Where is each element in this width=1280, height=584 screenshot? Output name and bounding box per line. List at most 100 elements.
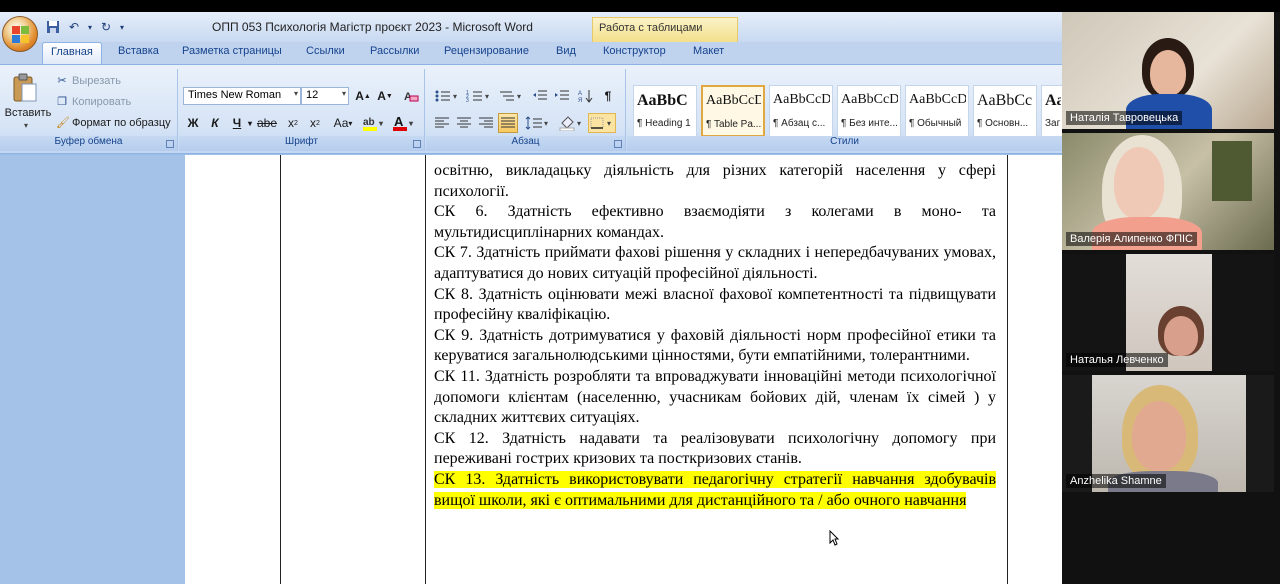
tab-home[interactable]: Главная bbox=[42, 42, 102, 65]
font-name-combo[interactable]: Times New Roman ▾ bbox=[183, 87, 301, 105]
strikethrough-icon[interactable]: abe bbox=[257, 113, 277, 133]
grow-font-icon[interactable]: A ▲ bbox=[353, 86, 373, 106]
ribbon-tabs: Главная Вставка Разметка страницы Ссылки… bbox=[0, 42, 1062, 65]
font-color-icon[interactable]: A ▾ bbox=[391, 113, 419, 133]
change-case-label: Аа bbox=[333, 116, 349, 130]
table-cell-text[interactable]: освітню, викладацьку діяльність для різн… bbox=[434, 161, 996, 511]
dropdown-icon[interactable]: ▾ bbox=[86, 18, 94, 36]
svg-text:▾: ▾ bbox=[408, 119, 414, 128]
underline-dropdown-icon[interactable]: ▾ bbox=[245, 113, 255, 133]
participant-tile[interactable]: Наталья Левченко bbox=[1062, 254, 1274, 371]
highlighted-paragraph: СК 13. Здатність використовувати педагог… bbox=[434, 470, 996, 511]
sort-icon[interactable]: АЯ bbox=[576, 86, 596, 106]
shading-icon[interactable]: ▾ bbox=[558, 113, 586, 133]
line-spacing-icon[interactable]: ▾ bbox=[524, 113, 552, 133]
style-no-spacing[interactable]: AaBbCcD ¶ Без инте... bbox=[837, 85, 901, 137]
borders-icon[interactable]: ▾ bbox=[588, 113, 616, 133]
underline-icon[interactable]: Ч bbox=[227, 113, 247, 133]
highlight-color-icon[interactable]: ab ▾ bbox=[361, 113, 389, 133]
tab-page-layout[interactable]: Разметка страницы bbox=[182, 45, 282, 57]
font-size-dropdown-icon: ▾ bbox=[341, 89, 346, 98]
style-list-paragraph[interactable]: AaBbCcD ¶ Абзац с... bbox=[769, 85, 833, 137]
paragraph: СК 9. Здатність дотримуватися у фаховій … bbox=[434, 326, 996, 365]
tab-review[interactable]: Рецензирование bbox=[444, 45, 529, 57]
style-heading-1[interactable]: AaBbC ¶ Heading 1 bbox=[633, 85, 697, 137]
styles-group: AaBbC ¶ Heading 1 AaBbCcD ¶ Table Pa... … bbox=[627, 69, 1062, 151]
justify-icon[interactable] bbox=[498, 113, 518, 133]
word-window: ↶ ▾ ↻ ▾ ОПП 053 Психологія Магістр проєк… bbox=[0, 12, 1062, 584]
subscript-icon[interactable]: x2 bbox=[283, 113, 303, 133]
font-name-dropdown-icon: ▾ bbox=[293, 89, 298, 98]
svg-text:▾: ▾ bbox=[485, 92, 489, 101]
paragraph: СК 11. Здатність розробляти та впроваджу… bbox=[434, 367, 996, 427]
tab-view[interactable]: Вид bbox=[556, 45, 576, 57]
bullets-icon[interactable]: ▾ bbox=[432, 86, 462, 106]
shrink-font-icon[interactable]: A ▼ bbox=[375, 86, 395, 106]
video-panel: Наталія Тавровецька Валерія Алипенко ФПІ… bbox=[1062, 12, 1280, 584]
numbering-icon[interactable]: 1 2 3 ▾ bbox=[464, 86, 494, 106]
svg-text:▾: ▾ bbox=[453, 92, 457, 101]
cut-button[interactable]: ✂ Вырезать bbox=[56, 75, 121, 87]
brush-icon: 🖌 bbox=[56, 117, 70, 129]
save-icon[interactable] bbox=[44, 18, 62, 36]
style-sample: AaBbCcD bbox=[841, 92, 898, 107]
show-formatting-marks-icon[interactable]: ¶ bbox=[598, 86, 618, 106]
svg-text:▾: ▾ bbox=[378, 119, 384, 128]
style-heading-partial[interactable]: AaB Заг bbox=[1041, 85, 1062, 137]
style-name: ¶ Основн... bbox=[977, 118, 1029, 129]
participant-tile[interactable]: Валерія Алипенко ФПІС bbox=[1062, 133, 1274, 250]
copy-button[interactable]: ❐ Копировать bbox=[56, 96, 131, 108]
paragraph: СК 12. Здатність надавати та реалізовува… bbox=[434, 429, 996, 468]
decrease-indent-icon[interactable] bbox=[530, 86, 550, 106]
style-sample: AaBbCcD bbox=[706, 93, 761, 108]
style-normal[interactable]: AaBbCcD ¶ Обычный bbox=[905, 85, 969, 137]
style-name: ¶ Без инте... bbox=[841, 118, 898, 129]
undo-icon[interactable]: ↶ bbox=[65, 18, 83, 36]
change-case-icon[interactable]: Аа ▾ bbox=[329, 113, 357, 133]
paragraph-dialog-launcher-icon[interactable] bbox=[614, 140, 622, 148]
paragraph-group: ▾ 1 2 3 ▾ ▾ АЯ ¶ ▾ ▾ ▾ Абзац bbox=[426, 69, 626, 151]
tab-mailings[interactable]: Рассылки bbox=[370, 45, 419, 57]
participant-name: Наталія Тавровецька bbox=[1066, 111, 1183, 125]
clear-formatting-icon[interactable]: A bbox=[401, 86, 421, 106]
customize-qat-icon[interactable]: ▾ bbox=[118, 18, 126, 36]
format-painter-label: Формат по образцу bbox=[72, 117, 171, 129]
clipboard-dialog-launcher-icon[interactable] bbox=[166, 140, 174, 148]
screen: ↶ ▾ ↻ ▾ ОПП 053 Психологія Магістр проєк… bbox=[0, 0, 1280, 584]
participant-tile[interactable]: Наталія Тавровецька bbox=[1062, 12, 1274, 129]
align-right-icon[interactable] bbox=[476, 113, 496, 133]
align-left-icon[interactable] bbox=[432, 113, 452, 133]
svg-text:▾: ▾ bbox=[577, 119, 581, 128]
svg-text:A: A bbox=[394, 114, 404, 129]
superscript-icon[interactable]: x2 bbox=[305, 113, 325, 133]
participant-name: Наталья Левченко bbox=[1066, 353, 1168, 367]
table-border bbox=[280, 155, 281, 584]
copy-icon: ❐ bbox=[57, 96, 67, 108]
bold-icon[interactable]: Ж bbox=[183, 113, 203, 133]
tab-references[interactable]: Ссылки bbox=[306, 45, 345, 57]
italic-icon[interactable]: К bbox=[205, 113, 225, 133]
font-group: Times New Roman ▾ 12 ▾ A ▲ A ▼ A Ж К Ч ▾ a… bbox=[179, 69, 425, 151]
paste-icon bbox=[12, 73, 38, 103]
style-main-text[interactable]: AaBbCc ¶ Основн... bbox=[973, 85, 1037, 137]
tab-design[interactable]: Конструктор bbox=[603, 45, 666, 57]
paste-button[interactable]: Вставить ▾ bbox=[4, 71, 51, 133]
multilevel-list-icon[interactable]: ▾ bbox=[496, 86, 526, 106]
font-dialog-launcher-icon[interactable] bbox=[413, 140, 421, 148]
style-sample: AaBbC bbox=[637, 92, 688, 109]
align-center-icon[interactable] bbox=[454, 113, 474, 133]
office-button[interactable] bbox=[2, 16, 38, 52]
highlighted-text: СК 13. Здатність використовувати педагог… bbox=[434, 470, 996, 509]
table-border bbox=[1007, 155, 1008, 584]
increase-indent-icon[interactable] bbox=[552, 86, 572, 106]
tab-layout[interactable]: Макет bbox=[693, 45, 724, 57]
paragraph: освітню, викладацьку діяльність для різн… bbox=[434, 162, 996, 200]
format-painter-button[interactable]: 🖌 Формат по образцу bbox=[56, 117, 171, 129]
style-name: Заг bbox=[1045, 118, 1061, 129]
font-size-combo[interactable]: 12 ▾ bbox=[301, 87, 349, 105]
font-group-label: Шрифт bbox=[179, 136, 424, 151]
style-table-paragraph[interactable]: AaBbCcD ¶ Table Pa... bbox=[701, 85, 765, 137]
tab-insert[interactable]: Вставка bbox=[118, 45, 159, 57]
participant-tile[interactable]: Anzhelika Shamne bbox=[1062, 375, 1274, 492]
redo-icon[interactable]: ↻ bbox=[97, 18, 115, 36]
